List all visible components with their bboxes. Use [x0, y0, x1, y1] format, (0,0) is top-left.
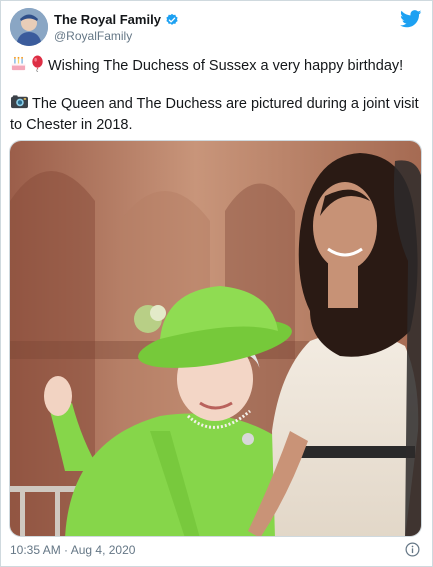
- tweet-header: The Royal Family @RoyalFamily: [10, 8, 422, 48]
- camera-emoji-icon: [11, 95, 28, 109]
- avatar[interactable]: [10, 8, 48, 46]
- avatar-photo: [10, 8, 48, 46]
- birthday-cake-emoji-icon: [11, 56, 26, 71]
- author-display-name[interactable]: The Royal Family: [54, 12, 161, 27]
- balloon-emoji-icon: [32, 55, 43, 72]
- author-handle[interactable]: @RoyalFamily: [54, 29, 132, 43]
- tweet-timestamp[interactable]: 10:35 AM · Aug 4, 2020: [10, 543, 135, 557]
- tweet-photo[interactable]: [9, 140, 422, 537]
- tweet-text-line-1-content: Wishing The Duchess of Sussex a very hap…: [48, 58, 404, 74]
- tweet-card: The Royal Family @RoyalFamily Wishing Th…: [0, 0, 433, 567]
- photo-of-the-queen-and-the-duchess: [10, 141, 421, 536]
- author-name-row: The Royal Family: [54, 12, 179, 27]
- info-icon[interactable]: [405, 542, 420, 557]
- verified-badge-icon: [166, 13, 178, 25]
- tweet-text-line-1: Wishing The Duchess of Sussex a very hap…: [10, 55, 420, 77]
- tweet-text-line-2-content: The Queen and The Duchess are pictured d…: [10, 96, 419, 133]
- twitter-bird-icon[interactable]: [400, 10, 422, 28]
- tweet-text-line-2: The Queen and The Duchess are pictured d…: [10, 93, 420, 136]
